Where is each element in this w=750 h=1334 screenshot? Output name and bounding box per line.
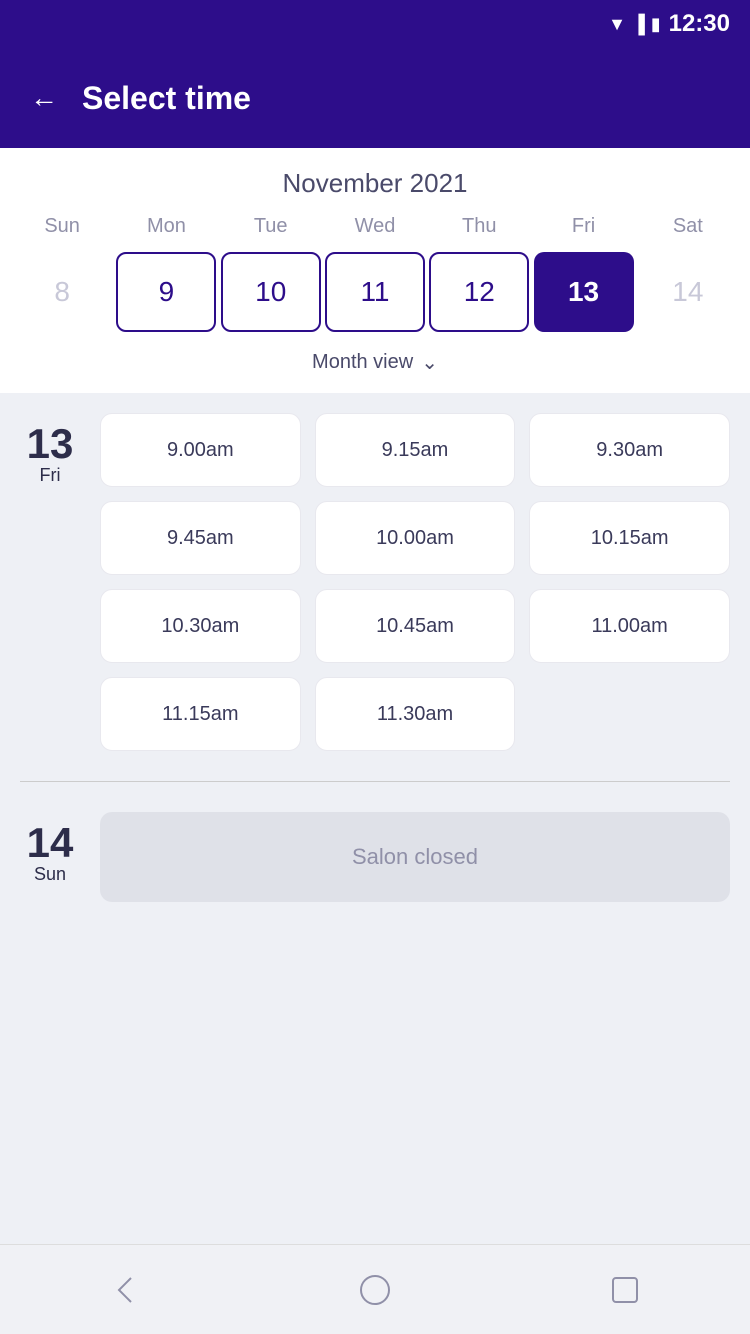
back-arrow-icon: ←	[30, 82, 58, 114]
signal-icon: ▐	[632, 14, 645, 35]
weekday-fri: Fri	[534, 215, 634, 238]
time-slot-1015am[interactable]: 10.15am	[529, 501, 730, 575]
weekday-sun: Sun	[12, 215, 112, 238]
day-label-13: 13 Fri	[20, 413, 80, 751]
nav-back-icon	[107, 1272, 143, 1308]
nav-home-icon	[357, 1272, 393, 1308]
day-block-14: 14 Sun Salon closed	[20, 812, 730, 902]
time-slot-930am[interactable]: 9.30am	[529, 413, 730, 487]
date-cell-10[interactable]: 10	[221, 252, 321, 332]
day-number-13: 13	[27, 423, 74, 465]
weekday-tue: Tue	[221, 215, 321, 238]
day-name-13: Fri	[40, 465, 61, 486]
salon-closed-message: Salon closed	[100, 812, 730, 902]
date-cell-11[interactable]: 11	[325, 252, 425, 332]
weekday-sat: Sat	[638, 215, 738, 238]
time-slot-1000am[interactable]: 10.00am	[315, 501, 516, 575]
date-cell-13[interactable]: 13	[534, 252, 634, 332]
time-slot-945am[interactable]: 9.45am	[100, 501, 301, 575]
nav-back-button[interactable]	[85, 1250, 165, 1330]
weekday-wed: Wed	[325, 215, 425, 238]
header: ← Select time	[0, 48, 750, 148]
status-bar: ▼ ▐ ▮ 12:30	[0, 0, 750, 48]
time-slot-1045am[interactable]: 10.45am	[315, 589, 516, 663]
wifi-icon: ▼	[608, 14, 626, 35]
nav-home-button[interactable]	[335, 1250, 415, 1330]
time-slot-1130am[interactable]: 11.30am	[315, 677, 516, 751]
month-view-label: Month view	[312, 351, 413, 374]
weekday-thu: Thu	[429, 215, 529, 238]
month-year-label: November 2021	[10, 168, 740, 199]
time-slot-1115am[interactable]: 11.15am	[100, 677, 301, 751]
day-name-14: Sun	[34, 864, 66, 885]
day-block-13: 13 Fri 9.00am9.15am9.30am9.45am10.00am10…	[20, 413, 730, 751]
date-cell-9[interactable]: 9	[116, 252, 216, 332]
day-number-14: 14	[27, 822, 74, 864]
nav-recents-button[interactable]	[585, 1250, 665, 1330]
date-cell-14: 14	[638, 252, 738, 332]
page-title: Select time	[82, 80, 251, 117]
divider	[20, 781, 730, 782]
battery-icon: ▮	[651, 14, 661, 35]
status-time: 12:30	[669, 10, 730, 38]
time-slot-1030am[interactable]: 10.30am	[100, 589, 301, 663]
date-row: 891011121314	[10, 248, 740, 336]
time-slot-1100am[interactable]: 11.00am	[529, 589, 730, 663]
chevron-down-icon: ⌄	[421, 350, 438, 375]
time-slot-900am[interactable]: 9.00am	[100, 413, 301, 487]
month-view-toggle[interactable]: Month view ⌄	[10, 336, 740, 383]
time-section: 13 Fri 9.00am9.15am9.30am9.45am10.00am10…	[0, 393, 750, 1244]
weekday-row: Sun Mon Tue Wed Thu Fri Sat	[10, 215, 740, 238]
date-cell-8: 8	[12, 252, 112, 332]
nav-bar	[0, 1244, 750, 1334]
date-cell-12[interactable]: 12	[429, 252, 529, 332]
day-label-14: 14 Sun	[20, 812, 80, 902]
time-slot-915am[interactable]: 9.15am	[315, 413, 516, 487]
nav-recents-icon	[607, 1272, 643, 1308]
time-grid-13: 9.00am9.15am9.30am9.45am10.00am10.15am10…	[100, 413, 730, 751]
calendar-section: November 2021 Sun Mon Tue Wed Thu Fri Sa…	[0, 148, 750, 393]
weekday-mon: Mon	[116, 215, 216, 238]
status-icons: ▼ ▐ ▮	[608, 14, 661, 35]
back-button[interactable]: ←	[30, 82, 58, 114]
